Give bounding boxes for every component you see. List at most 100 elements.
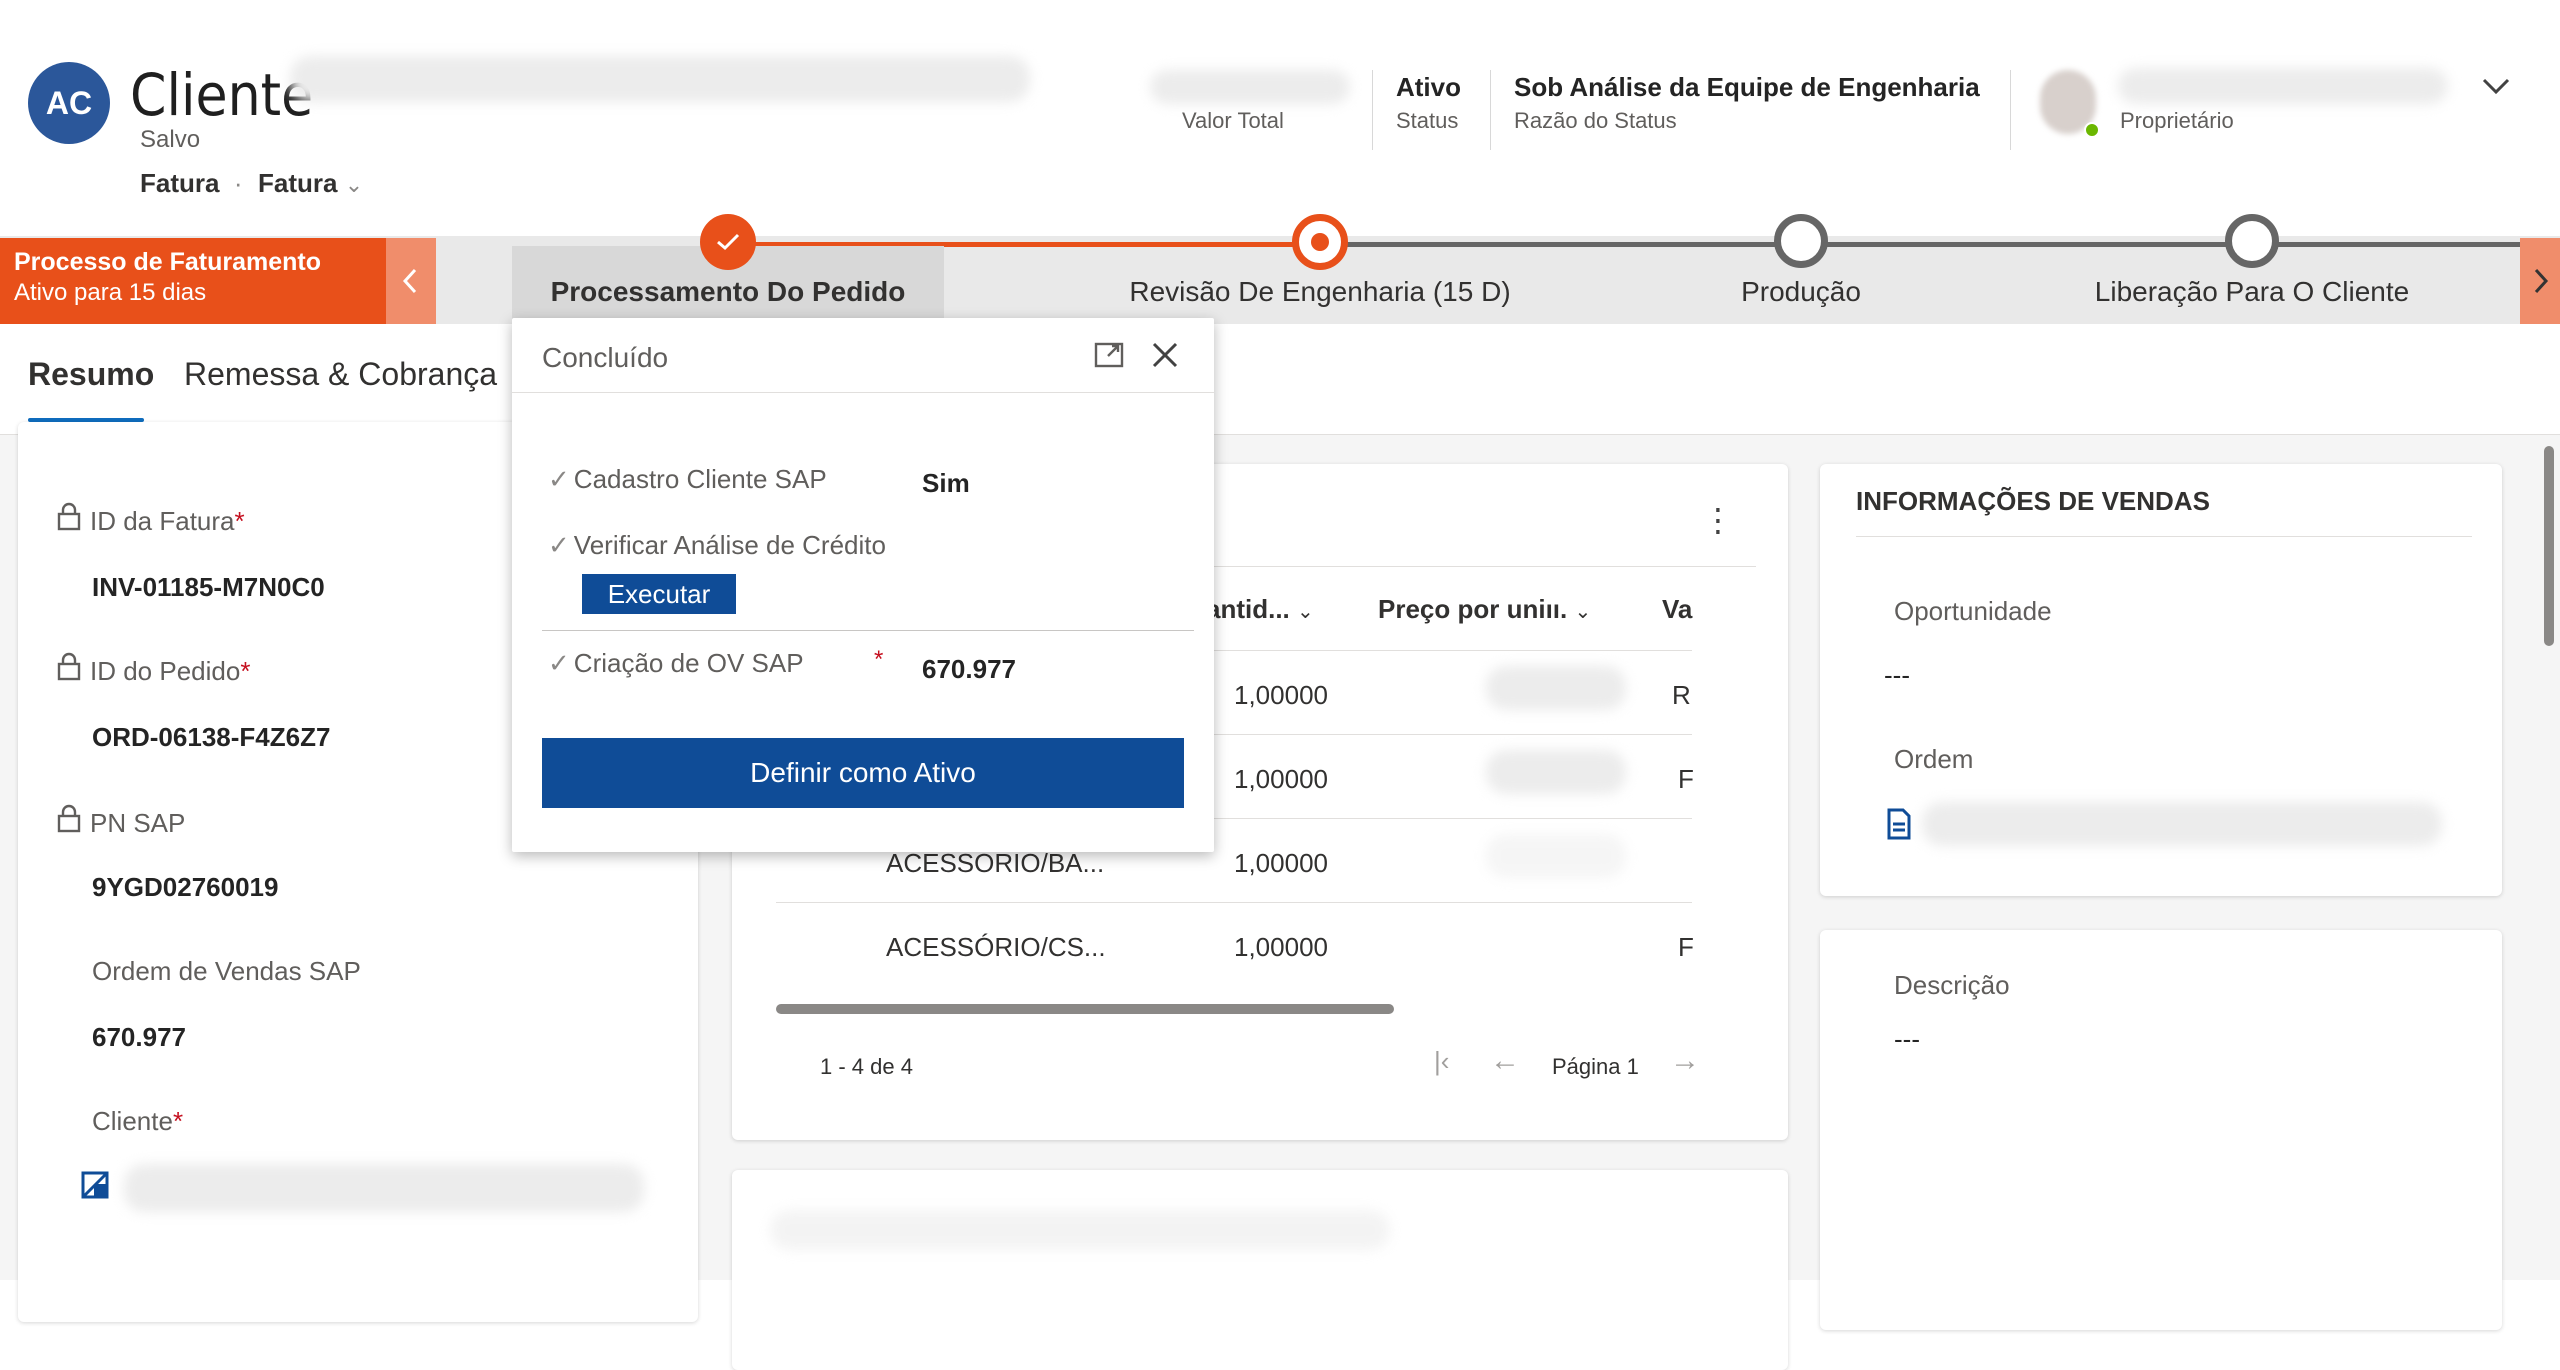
column-header-value[interactable]: Va bbox=[1662, 594, 1692, 625]
blurred-row-3-price bbox=[1486, 834, 1626, 878]
column-header-quantity[interactable]: antid... ⌄ bbox=[1206, 594, 1314, 625]
opportunity-label: Oportunidade bbox=[1894, 596, 2052, 626]
process-name-panel[interactable]: Processo de Faturamento Ativo para 15 di… bbox=[0, 238, 386, 324]
row-3-product-name[interactable]: ACESSORIO/BA... bbox=[886, 848, 1104, 879]
stage-progress-line-remaining bbox=[1320, 242, 2520, 247]
blurred-owner-name bbox=[2118, 68, 2448, 104]
horizontal-scrollbar[interactable] bbox=[776, 1004, 1394, 1014]
customer-label-text: Cliente bbox=[92, 1106, 173, 1136]
row-3-quantity: 1,00000 bbox=[1234, 848, 1328, 878]
stage-flyout: Concluído ✓ Cadastro Cliente SAP Sim ✓ Ver… bbox=[512, 318, 1214, 852]
step-sap-order-value[interactable]: 670.977 bbox=[922, 654, 1016, 685]
checkmark-icon: ✓ bbox=[548, 530, 570, 560]
chevron-down-icon: ⌄ bbox=[344, 172, 364, 197]
save-status: Salvo bbox=[140, 126, 201, 153]
customer-label: Cliente* bbox=[92, 1106, 183, 1137]
stage-engineering-marker[interactable] bbox=[1292, 214, 1348, 270]
active-dot-icon bbox=[1311, 233, 1329, 251]
unit-price-header-text: Preço por uniıı. bbox=[1378, 594, 1568, 624]
stage-release-marker[interactable] bbox=[2225, 214, 2279, 268]
row-4-product-name[interactable]: ACESSÓRIO/CS... bbox=[886, 932, 1106, 963]
status-label: Status bbox=[1396, 108, 1459, 133]
divider bbox=[1490, 70, 1491, 150]
record-title: Cliente bbox=[130, 61, 314, 129]
step-sap-customer-label: Cadastro Cliente SAP bbox=[573, 464, 827, 494]
form-selector[interactable]: Fatura ⌄ bbox=[258, 168, 363, 199]
expand-header-chevron-icon[interactable] bbox=[2476, 66, 2516, 106]
previous-stage-button[interactable] bbox=[386, 238, 436, 324]
row-1-quantity: 1,00000 bbox=[1234, 680, 1328, 710]
column-header-unit-price[interactable]: Preço por uniıı. ⌄ bbox=[1378, 594, 1591, 625]
blurred-customer-name[interactable] bbox=[124, 1164, 644, 1212]
order-label: Ordem bbox=[1894, 744, 1974, 774]
sales-info-title: INFORMAÇÕES DE VENDAS bbox=[1856, 486, 2210, 516]
lock-icon bbox=[57, 502, 81, 531]
previous-page-icon[interactable]: ← bbox=[1490, 1044, 1520, 1078]
process-duration: Ativo para 15 dias bbox=[14, 279, 207, 306]
tab-resumo[interactable]: Resumo bbox=[28, 356, 154, 393]
owner-label: Proprietário bbox=[2120, 108, 2234, 133]
business-process-flow: Processo de Faturamento Ativo para 15 di… bbox=[0, 214, 2560, 324]
order-id-value[interactable]: ORD-06138-F4Z6Z7 bbox=[92, 722, 330, 753]
record-header: AC Cliente Salvo Fatura · Fatura ⌄ Valor… bbox=[0, 0, 2560, 240]
record-count: 1 - 4 de 4 bbox=[820, 1054, 913, 1079]
step-sap-order: ✓ Criação de OV SAP bbox=[548, 648, 804, 679]
vertical-scrollbar[interactable] bbox=[2544, 446, 2554, 646]
required-mark: * bbox=[240, 656, 251, 686]
row-2-quantity: 1,00000 bbox=[1234, 764, 1328, 794]
next-page-icon[interactable]: → bbox=[1670, 1044, 1700, 1078]
record-avatar: AC bbox=[28, 62, 110, 144]
entity-label: Fatura · bbox=[140, 168, 250, 199]
document-icon bbox=[1887, 808, 1911, 840]
stage-production-label[interactable]: Produção bbox=[1651, 276, 1951, 308]
divider bbox=[2010, 70, 2011, 150]
stage-release-label[interactable]: Liberação Para O Cliente bbox=[2052, 276, 2452, 308]
description-value[interactable]: --- bbox=[1894, 1024, 1920, 1055]
chevron-left-icon bbox=[402, 268, 417, 294]
flyout-step-divider bbox=[542, 630, 1194, 631]
checkmark-icon bbox=[717, 233, 740, 251]
stage-processing-label[interactable]: Processamento Do Pedido bbox=[512, 276, 944, 308]
more-options-icon[interactable]: ⋮ bbox=[1702, 504, 1734, 536]
sap-sales-order-value[interactable]: 670.977 bbox=[92, 1022, 186, 1053]
blurred-order-link[interactable] bbox=[1922, 802, 2442, 846]
required-mark: * bbox=[874, 646, 884, 673]
total-value-label: Valor Total bbox=[1182, 108, 1284, 133]
close-icon[interactable] bbox=[1148, 338, 1182, 372]
entity-name: Fatura bbox=[140, 168, 220, 198]
step-sap-customer-value[interactable]: Sim bbox=[922, 468, 970, 499]
expand-icon[interactable] bbox=[1092, 338, 1126, 372]
stage-processing-marker[interactable] bbox=[700, 214, 756, 270]
row-4-value: F bbox=[1678, 932, 1694, 962]
divider bbox=[1372, 70, 1373, 150]
opportunity-value[interactable]: --- bbox=[1884, 660, 1910, 691]
order-id-label-text: ID do Pedido bbox=[90, 656, 241, 686]
execute-button[interactable]: Executar bbox=[582, 574, 736, 614]
tab-remessa-cobranca[interactable]: Remessa & Cobrança bbox=[184, 356, 497, 393]
pn-sap-value[interactable]: 9YGD02760019 bbox=[92, 872, 278, 903]
checkmark-icon: ✓ bbox=[548, 464, 570, 494]
stage-production-marker[interactable] bbox=[1774, 214, 1828, 268]
row-4-quantity: 1,00000 bbox=[1234, 932, 1328, 962]
status-value: Ativo bbox=[1396, 72, 1461, 102]
grid-row-divider bbox=[776, 902, 1692, 903]
flyout-title: Concluído bbox=[542, 342, 669, 373]
stage-engineering-label[interactable]: Revisão De Engenharia (15 D) bbox=[1100, 276, 1540, 308]
blurred-total-value bbox=[1150, 70, 1350, 104]
row-1-value: R bbox=[1672, 680, 1691, 710]
section-divider bbox=[1856, 536, 2472, 537]
step-credit-check: ✓ Verificar Análise de Crédito bbox=[548, 530, 886, 561]
chevron-right-icon bbox=[2534, 268, 2549, 294]
invoice-id-value[interactable]: INV-01185-M7N0C0 bbox=[92, 572, 325, 603]
step-sap-customer: ✓ Cadastro Cliente SAP bbox=[548, 464, 827, 495]
description-label: Descrição bbox=[1894, 970, 2010, 1000]
row-2-value: F bbox=[1678, 764, 1694, 794]
next-stage-button[interactable] bbox=[2520, 238, 2560, 324]
sap-sales-order-label: Ordem de Vendas SAP bbox=[92, 956, 361, 986]
status-reason-label: Razão do Status bbox=[1514, 108, 1677, 133]
set-active-button[interactable]: Definir como Ativo bbox=[542, 738, 1184, 808]
chevron-down-icon: ⌄ bbox=[1574, 601, 1592, 623]
first-page-icon[interactable]: |‹ bbox=[1434, 1046, 1449, 1077]
account-record-icon bbox=[81, 1171, 109, 1199]
chevron-down-icon: ⌄ bbox=[1297, 601, 1314, 623]
